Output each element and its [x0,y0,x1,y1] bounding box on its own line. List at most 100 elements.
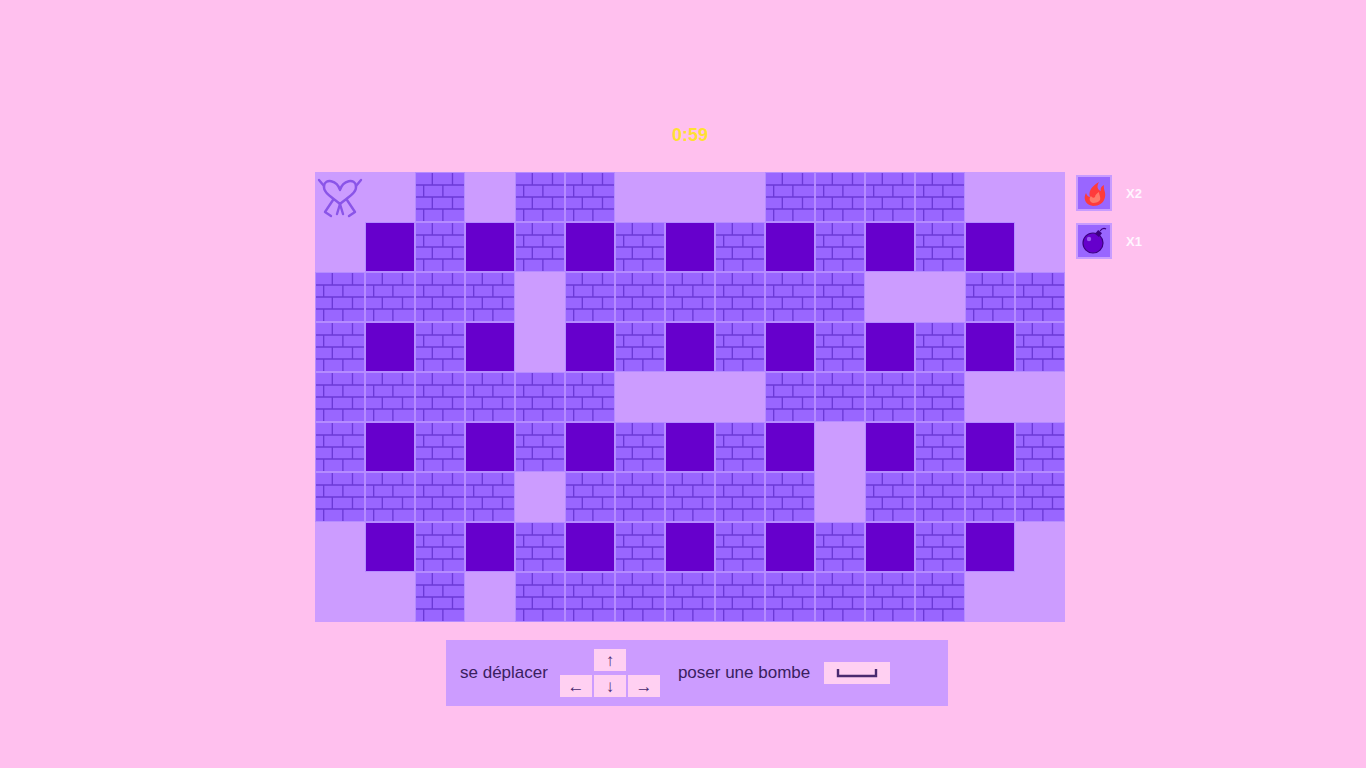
brick-cell [415,472,465,522]
brick-icon [966,473,1014,521]
brick-icon [716,223,764,271]
brick-icon [766,473,814,521]
solid-cell [565,222,615,272]
brick-icon [716,523,764,571]
brick-cell [715,472,765,522]
player-icon[interactable] [315,172,365,222]
bomb-icon [1079,226,1109,256]
brick-icon [566,273,614,321]
brick-icon [866,373,914,421]
brick-icon [816,273,864,321]
brick-cell [765,372,815,422]
brick-cell [615,522,665,572]
brick-cell [365,472,415,522]
brick-cell [665,572,715,622]
solid-cell [665,522,715,572]
empty-cell [815,422,865,472]
empty-cell [465,572,515,622]
right-key[interactable]: → [628,675,660,697]
brick-icon [766,373,814,421]
brick-cell [1015,422,1065,472]
empty-cell [865,272,915,322]
brick-icon [466,273,514,321]
bomb-label: poser une bombe [678,663,810,683]
brick-cell [565,172,615,222]
brick-icon [516,423,564,471]
solid-cell [565,522,615,572]
brick-icon [316,273,364,321]
solid-cell [865,522,915,572]
brick-cell [615,572,665,622]
empty-cell [965,372,1015,422]
game-page: 0:59X2X1se déplacer↑←↓→poser une bombe [0,0,1366,768]
brick-cell [765,572,815,622]
brick-icon [1016,273,1064,321]
brick-icon [366,273,414,321]
brick-icon [366,373,414,421]
left-key[interactable]: ← [560,675,592,697]
brick-icon [416,223,464,271]
down-key[interactable]: ↓ [594,675,626,697]
brick-icon [516,523,564,571]
brick-icon [1016,323,1064,371]
brick-cell [915,422,965,472]
solid-cell [465,222,515,272]
solid-cell [565,422,615,472]
space-icon [824,662,890,684]
empty-cell [715,172,765,222]
brick-icon [916,223,964,271]
brick-icon [416,523,464,571]
brick-icon [716,423,764,471]
brick-icon [916,473,964,521]
brick-icon [666,273,714,321]
brick-icon [516,373,564,421]
space-key[interactable] [824,662,890,684]
brick-icon [316,473,364,521]
brick-cell [815,222,865,272]
empty-cell [465,172,515,222]
brick-cell [565,572,615,622]
brick-cell [365,272,415,322]
brick-icon [916,373,964,421]
empty-cell [365,572,415,622]
solid-cell [865,322,915,372]
brick-icon [816,523,864,571]
empty-cell [1015,522,1065,572]
brick-cell [615,472,665,522]
empty-cell [515,472,565,522]
solid-cell [965,322,1015,372]
brick-cell [665,472,715,522]
empty-cell [615,172,665,222]
brick-icon [616,473,664,521]
solid-cell [765,422,815,472]
brick-cell [615,422,665,472]
brick-icon [766,173,814,221]
brick-icon [816,573,864,621]
brick-icon [716,273,764,321]
empty-cell [815,472,865,522]
brick-cell [915,322,965,372]
brick-icon [466,473,514,521]
brick-icon [716,323,764,371]
brick-cell [765,172,815,222]
brick-icon [316,373,364,421]
brick-cell [815,322,865,372]
solid-cell [665,322,715,372]
brick-icon [416,423,464,471]
brick-icon [316,423,364,471]
brick-cell [815,372,865,422]
brick-cell [715,222,765,272]
brick-icon [516,223,564,271]
up-key[interactable]: ↑ [594,649,626,671]
brick-icon [816,173,864,221]
brick-icon [566,473,614,521]
brick-cell [815,172,865,222]
brick-cell [315,322,365,372]
brick-cell [415,372,465,422]
brick-cell [715,422,765,472]
empty-cell [715,372,765,422]
brick-icon [916,523,964,571]
brick-icon [616,573,664,621]
brick-icon [1016,423,1064,471]
brick-cell [415,522,465,572]
